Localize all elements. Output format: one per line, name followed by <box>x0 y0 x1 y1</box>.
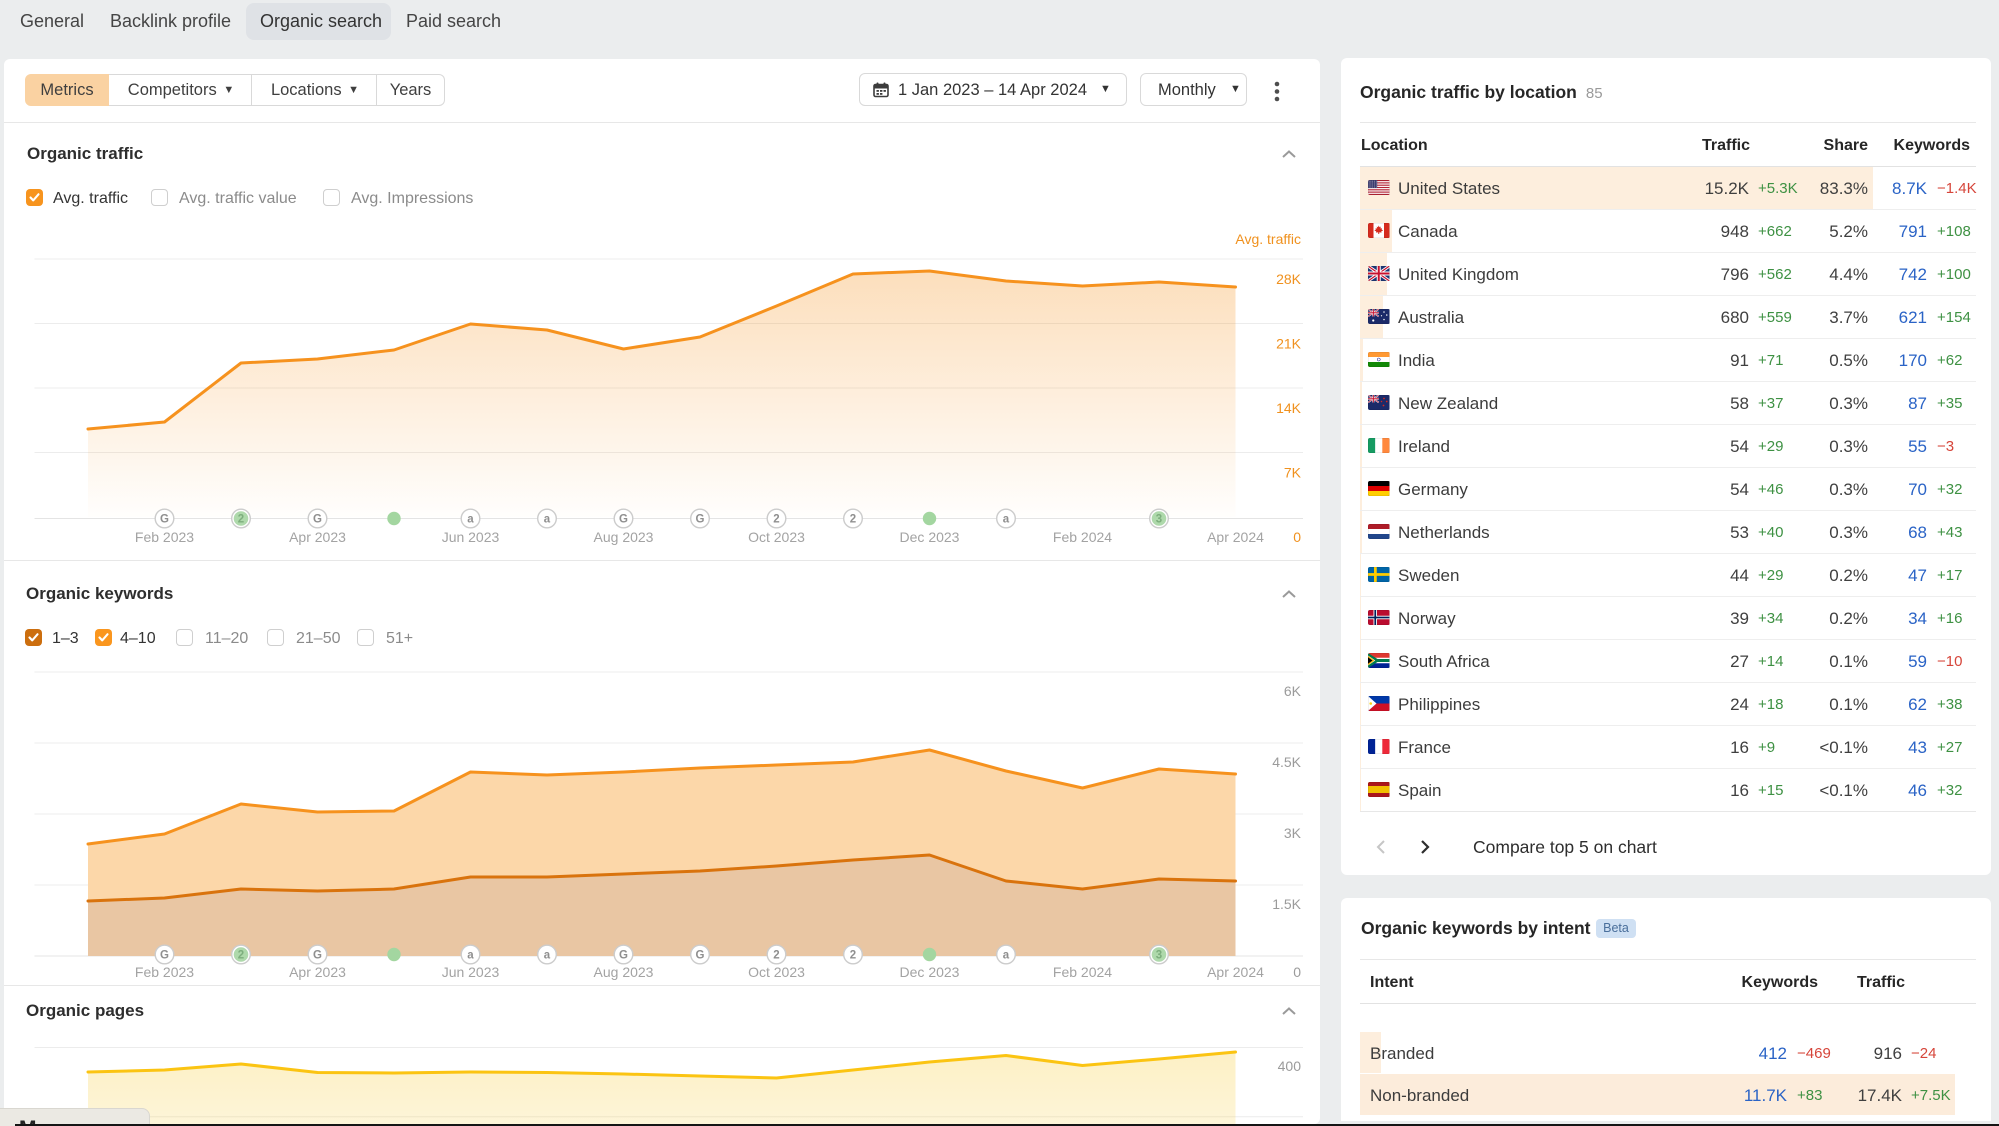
svg-text:2: 2 <box>850 514 856 526</box>
svg-text:2: 2 <box>238 950 244 962</box>
svg-text:3: 3 <box>1156 514 1162 526</box>
svg-text:21K: 21K <box>1276 336 1302 352</box>
svg-text:a: a <box>544 514 551 526</box>
svg-text:G: G <box>160 514 169 526</box>
svg-text:28K: 28K <box>1276 271 1302 287</box>
svg-text:G: G <box>619 950 628 962</box>
svg-text:Apr 2024: Apr 2024 <box>1207 964 1264 980</box>
svg-text:Dec 2023: Dec 2023 <box>900 964 960 980</box>
svg-text:Jun 2023: Jun 2023 <box>442 529 500 545</box>
svg-text:Feb 2023: Feb 2023 <box>135 529 194 545</box>
svg-text:1.5K: 1.5K <box>1272 896 1301 912</box>
svg-text:Aug 2023: Aug 2023 <box>594 529 654 545</box>
svg-text:G: G <box>313 514 322 526</box>
svg-text:400: 400 <box>1278 1058 1302 1074</box>
svg-text:7K: 7K <box>1284 465 1302 481</box>
svg-text:a: a <box>467 514 474 526</box>
svg-text:Apr 2023: Apr 2023 <box>289 529 346 545</box>
svg-text:a: a <box>544 950 551 962</box>
svg-text:Apr 2023: Apr 2023 <box>289 964 346 980</box>
svg-text:G: G <box>619 514 628 526</box>
svg-text:a: a <box>1003 514 1010 526</box>
svg-text:Jun 2023: Jun 2023 <box>442 964 500 980</box>
svg-text:Feb 2024: Feb 2024 <box>1053 964 1112 980</box>
svg-text:Apr 2024: Apr 2024 <box>1207 529 1264 545</box>
svg-text:3K: 3K <box>1284 825 1302 841</box>
svg-text:G: G <box>696 950 705 962</box>
svg-text:2: 2 <box>850 950 856 962</box>
svg-text:Dec 2023: Dec 2023 <box>900 529 960 545</box>
svg-text:4.5K: 4.5K <box>1272 754 1301 770</box>
svg-text:Avg. traffic: Avg. traffic <box>1235 231 1301 247</box>
svg-text:G: G <box>313 950 322 962</box>
svg-text:0: 0 <box>1293 529 1301 545</box>
svg-text:2: 2 <box>773 514 779 526</box>
svg-text:2: 2 <box>238 514 244 526</box>
svg-text:Feb 2023: Feb 2023 <box>135 964 194 980</box>
svg-text:Feb 2024: Feb 2024 <box>1053 529 1112 545</box>
svg-text:Aug 2023: Aug 2023 <box>594 964 654 980</box>
svg-text:G: G <box>696 514 705 526</box>
svg-text:6K: 6K <box>1284 683 1302 699</box>
svg-text:a: a <box>1003 950 1010 962</box>
svg-text:3: 3 <box>1156 950 1162 962</box>
svg-text:Oct 2023: Oct 2023 <box>748 529 805 545</box>
svg-text:a: a <box>467 950 474 962</box>
svg-text:G: G <box>160 950 169 962</box>
svg-text:0: 0 <box>1293 964 1301 980</box>
svg-text:Oct 2023: Oct 2023 <box>748 964 805 980</box>
svg-text:2: 2 <box>773 950 779 962</box>
svg-text:14K: 14K <box>1276 400 1302 416</box>
